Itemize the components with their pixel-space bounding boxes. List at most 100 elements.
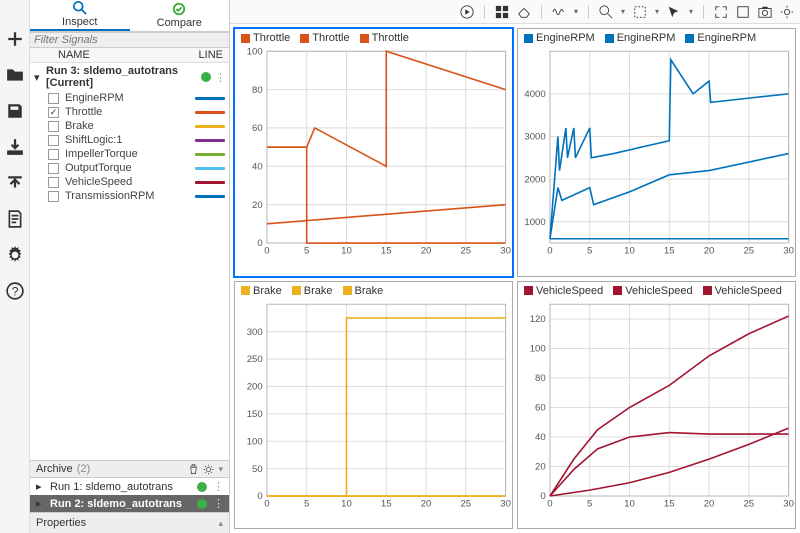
expand-icon[interactable]: ▾: [34, 71, 42, 84]
signal-row[interactable]: OutputTorque: [30, 161, 229, 175]
svg-text:?: ?: [11, 285, 18, 299]
checkbox[interactable]: [48, 177, 59, 188]
checkbox[interactable]: [48, 121, 59, 132]
legend-item: Throttle: [300, 32, 349, 44]
svg-text:100: 100: [247, 47, 263, 57]
checkbox[interactable]: [48, 149, 59, 160]
line-swatch: [195, 181, 225, 184]
legend-swatch: [685, 34, 694, 43]
svg-text:120: 120: [530, 314, 546, 325]
signal-row[interactable]: Brake: [30, 119, 229, 133]
fit-icon[interactable]: [714, 5, 728, 19]
signal-row[interactable]: ✓ Throttle: [30, 105, 229, 119]
legend-label: VehicleSpeed: [625, 285, 692, 297]
checkbox[interactable]: [48, 191, 59, 202]
svg-text:20: 20: [704, 498, 715, 509]
plot-panel[interactable]: VehicleSpeedVehicleSpeedVehicleSpeed 051…: [517, 281, 796, 530]
signal-name: Brake: [65, 120, 189, 132]
signal-row[interactable]: TransmissionRPM: [30, 189, 229, 203]
chart-area[interactable]: 051015202530020406080100: [235, 47, 512, 276]
import-icon[interactable]: [6, 138, 24, 156]
properties-header[interactable]: Properties ▴: [30, 512, 229, 533]
more-icon[interactable]: ⋮: [215, 71, 225, 84]
chevron-down-icon[interactable]: ▾: [218, 464, 223, 475]
signal-row[interactable]: EngineRPM: [30, 91, 229, 105]
archive-header[interactable]: Archive (2) ▾: [30, 460, 229, 478]
cursor-icon[interactable]: [667, 5, 681, 19]
signal-row[interactable]: ImpellerTorque: [30, 147, 229, 161]
gear-icon[interactable]: [203, 464, 214, 475]
chart-area[interactable]: 0510152025301000200030004000: [518, 47, 795, 276]
help-icon[interactable]: ?: [6, 282, 24, 300]
signal-row[interactable]: VehicleSpeed: [30, 175, 229, 189]
camera-icon[interactable]: [758, 5, 772, 19]
signal-icon[interactable]: [552, 5, 566, 19]
folder-icon[interactable]: [6, 66, 24, 84]
expand-icon[interactable]: ▸: [36, 480, 44, 493]
checkbox[interactable]: [48, 135, 59, 146]
checkbox[interactable]: ✓: [48, 107, 59, 118]
trash-icon[interactable]: [188, 464, 199, 475]
expand-icon[interactable]: [736, 5, 750, 19]
layout-icon[interactable]: [495, 5, 509, 19]
legend-item: VehicleSpeed: [613, 285, 692, 297]
more-icon[interactable]: ⋮: [213, 480, 223, 493]
svg-text:200: 200: [247, 381, 263, 392]
svg-text:20: 20: [421, 246, 432, 257]
signal-name: EngineRPM: [65, 92, 189, 104]
line-swatch: [195, 153, 225, 156]
svg-text:4000: 4000: [524, 89, 545, 100]
legend-label: VehicleSpeed: [536, 285, 603, 297]
play-icon[interactable]: [460, 5, 474, 19]
svg-text:50: 50: [252, 463, 263, 474]
chart-area[interactable]: 051015202530020406080100120: [518, 300, 795, 529]
line-swatch: [195, 97, 225, 100]
svg-text:10: 10: [341, 246, 352, 257]
plot-panel[interactable]: ThrottleThrottleThrottle 051015202530020…: [234, 28, 513, 277]
clear-icon[interactable]: [517, 5, 531, 19]
signal-name: Throttle: [65, 106, 189, 118]
tab-compare[interactable]: Compare: [130, 0, 230, 31]
svg-text:30: 30: [783, 246, 794, 257]
report-icon[interactable]: [6, 210, 24, 228]
svg-text:100: 100: [530, 343, 546, 354]
plot-panel[interactable]: EngineRPMEngineRPMEngineRPM 051015202530…: [517, 28, 796, 277]
expand-icon[interactable]: ▸: [36, 497, 44, 510]
tab-inspect[interactable]: Inspect: [30, 0, 130, 31]
archive-run-name: Run 2: sldemo_autotrans: [50, 498, 191, 510]
line-swatch: [195, 125, 225, 128]
gear-icon[interactable]: [6, 246, 24, 264]
svg-text:250: 250: [247, 354, 263, 365]
gear-icon[interactable]: [780, 5, 794, 19]
signal-header: NAME LINE: [30, 48, 229, 63]
signal-row[interactable]: ShiftLogic:1: [30, 133, 229, 147]
checkbox[interactable]: [48, 93, 59, 104]
archive-row[interactable]: ▸ Run 2: sldemo_autotrans ⋮: [30, 495, 229, 512]
checkbox[interactable]: [48, 163, 59, 174]
signal-list: EngineRPM ✓ Throttle Brake ShiftLogic:1 …: [30, 91, 229, 203]
plot-legend: EngineRPMEngineRPMEngineRPM: [518, 29, 795, 47]
archive-list: ▸ Run 1: sldemo_autotrans ⋮▸ Run 2: slde…: [30, 478, 229, 512]
legend-item: EngineRPM: [524, 32, 595, 44]
svg-text:80: 80: [535, 373, 546, 384]
run-row[interactable]: ▾ Run 3: sldemo_autotrans [Current] ⋮: [30, 63, 229, 91]
svg-text:5: 5: [587, 246, 592, 257]
region-icon[interactable]: [633, 5, 647, 19]
plot-legend: ThrottleThrottleThrottle: [235, 29, 512, 47]
svg-text:10: 10: [624, 498, 635, 509]
chevron-up-icon[interactable]: ▴: [218, 518, 223, 529]
plot-panel[interactable]: BrakeBrakeBrake 051015202530050100150200…: [234, 281, 513, 530]
save-icon[interactable]: [6, 102, 24, 120]
svg-text:15: 15: [664, 246, 675, 257]
signal-name: VehicleSpeed: [65, 176, 189, 188]
archive-run-name: Run 1: sldemo_autotrans: [50, 481, 191, 493]
chart-area[interactable]: 051015202530050100150200250300: [235, 300, 512, 529]
zoom-icon[interactable]: [599, 5, 613, 19]
add-icon[interactable]: [6, 30, 24, 48]
run-label: Run 3: sldemo_autotrans [Current]: [46, 65, 197, 89]
archive-row[interactable]: ▸ Run 1: sldemo_autotrans ⋮: [30, 478, 229, 495]
filter-input[interactable]: [34, 34, 225, 46]
more-icon[interactable]: ⋮: [213, 497, 223, 510]
export-icon[interactable]: [6, 174, 24, 192]
tool-column: ?: [0, 0, 30, 533]
